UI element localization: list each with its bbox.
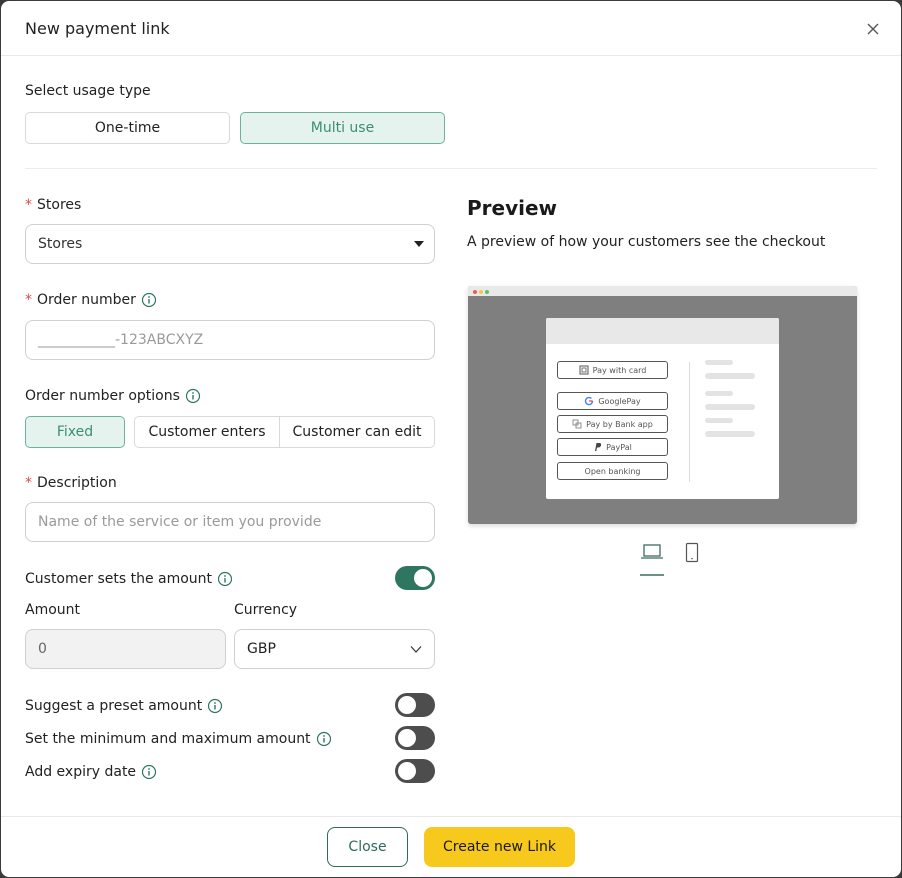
order-number-label: * Order number [25, 292, 157, 308]
window-dot-red [473, 290, 477, 294]
amount-value: 0 [38, 641, 47, 657]
summary-line [705, 391, 733, 396]
usage-multi-use-button[interactable]: Multi use [240, 112, 445, 144]
info-icon[interactable] [217, 571, 233, 587]
order-options-label: Order number options [25, 388, 201, 404]
preset-amount-toggle[interactable] [395, 693, 435, 717]
order-option-customer-enters-button[interactable]: Customer enters [135, 417, 279, 447]
googlepay-label: GooglePay [598, 396, 641, 406]
paypal-icon [595, 443, 602, 451]
description-label-text: Description [37, 475, 117, 491]
pay-by-bank-app-label: Pay by Bank app [586, 419, 653, 429]
min-max-amount-text: Set the minimum and maximum amount [25, 731, 311, 747]
order-number-input[interactable]: ___________-123ABCXYZ [25, 320, 435, 360]
window-dot-green [485, 290, 489, 294]
amount-input[interactable]: 0 [25, 629, 226, 669]
toggle-knob [414, 569, 432, 587]
currency-select[interactable]: GBP [234, 629, 435, 669]
stores-select[interactable]: Stores [25, 224, 435, 264]
caret-down-icon [414, 241, 424, 247]
preview-subtitle: A preview of how your customers see the … [467, 234, 826, 250]
description-input[interactable]: Name of the service or item you provide [25, 502, 435, 542]
usage-type-label: Select usage type [25, 83, 151, 99]
customer-sets-amount-label: Customer sets the amount [25, 571, 233, 587]
googlepay-option: GooglePay [557, 392, 668, 410]
summary-line [705, 373, 755, 379]
info-icon[interactable] [185, 388, 201, 404]
toggle-knob [398, 729, 416, 747]
paypal-option: PayPal [557, 438, 668, 456]
checkout-card-header [546, 318, 779, 344]
order-option-customer-can-edit-button[interactable]: Customer can edit [279, 417, 434, 447]
open-banking-option: Open banking [557, 462, 668, 480]
stores-label-text: Stores [37, 197, 82, 213]
laptop-icon[interactable] [640, 542, 664, 578]
google-icon [585, 396, 594, 406]
info-icon[interactable] [141, 764, 157, 780]
close-button[interactable]: Close [327, 827, 408, 867]
create-new-link-button[interactable]: Create new Link [424, 827, 575, 867]
toggle-knob [398, 762, 416, 780]
preview-title: Preview [467, 196, 558, 220]
order-number-placeholder: ___________-123ABCXYZ [38, 332, 204, 348]
pay-by-bank-app-option: Pay by Bank app [557, 415, 668, 433]
description-placeholder: Name of the service or item you provide [38, 514, 322, 530]
expiry-date-label: Add expiry date [25, 764, 157, 780]
modal-header: New payment link [1, 1, 901, 56]
currency-label: Currency [234, 602, 298, 618]
usage-one-time-button[interactable]: One-time [25, 112, 230, 144]
bank-app-icon [572, 419, 582, 429]
stores-label: * Stores [25, 197, 81, 213]
stores-select-value: Stores [38, 236, 83, 252]
toggle-knob [398, 696, 416, 714]
required-mark: * [25, 197, 32, 213]
description-label: * Description [25, 475, 117, 491]
pay-with-card-option: Pay with card [557, 361, 668, 379]
chevron-down-icon [410, 646, 422, 653]
summary-line [705, 360, 733, 365]
payment-link-modal: New payment link Select usage type One-t… [1, 1, 901, 877]
customer-sets-amount-text: Customer sets the amount [25, 571, 213, 587]
modal-title: New payment link [25, 19, 170, 38]
currency-value: GBP [247, 641, 276, 657]
order-options-group: Customer enters Customer can edit [134, 416, 435, 448]
amount-label: Amount [25, 602, 81, 618]
summary-line [705, 418, 733, 423]
info-icon[interactable] [207, 698, 223, 714]
checkout-divider [689, 362, 690, 482]
info-icon[interactable] [141, 292, 157, 308]
window-dot-yellow [479, 290, 483, 294]
card-icon [579, 365, 589, 375]
preset-amount-label: Suggest a preset amount [25, 698, 223, 714]
summary-line [705, 431, 755, 437]
expiry-date-text: Add expiry date [25, 764, 137, 780]
checkout-card: Pay with card GooglePay Pay by Bank app … [546, 318, 779, 499]
paypal-label: PayPal [606, 442, 632, 452]
section-divider [25, 168, 877, 169]
required-mark: * [25, 475, 32, 491]
pay-with-card-label: Pay with card [592, 365, 647, 375]
min-max-amount-toggle[interactable] [395, 726, 435, 750]
expiry-date-toggle[interactable] [395, 759, 435, 783]
phone-icon[interactable] [685, 542, 699, 564]
open-banking-label: Open banking [584, 466, 641, 476]
info-icon[interactable] [316, 731, 332, 747]
browser-bar [468, 286, 857, 296]
required-mark: * [25, 292, 32, 308]
summary-line [705, 404, 755, 410]
customer-sets-amount-toggle[interactable] [395, 566, 435, 590]
order-number-label-text: Order number [37, 292, 136, 308]
min-max-amount-label: Set the minimum and maximum amount [25, 731, 332, 747]
close-icon[interactable] [863, 19, 883, 39]
order-option-fixed-button[interactable]: Fixed [25, 416, 125, 448]
preset-amount-text: Suggest a preset amount [25, 698, 203, 714]
checkout-preview: Pay with card GooglePay Pay by Bank app … [468, 286, 857, 524]
order-options-label-text: Order number options [25, 388, 180, 404]
